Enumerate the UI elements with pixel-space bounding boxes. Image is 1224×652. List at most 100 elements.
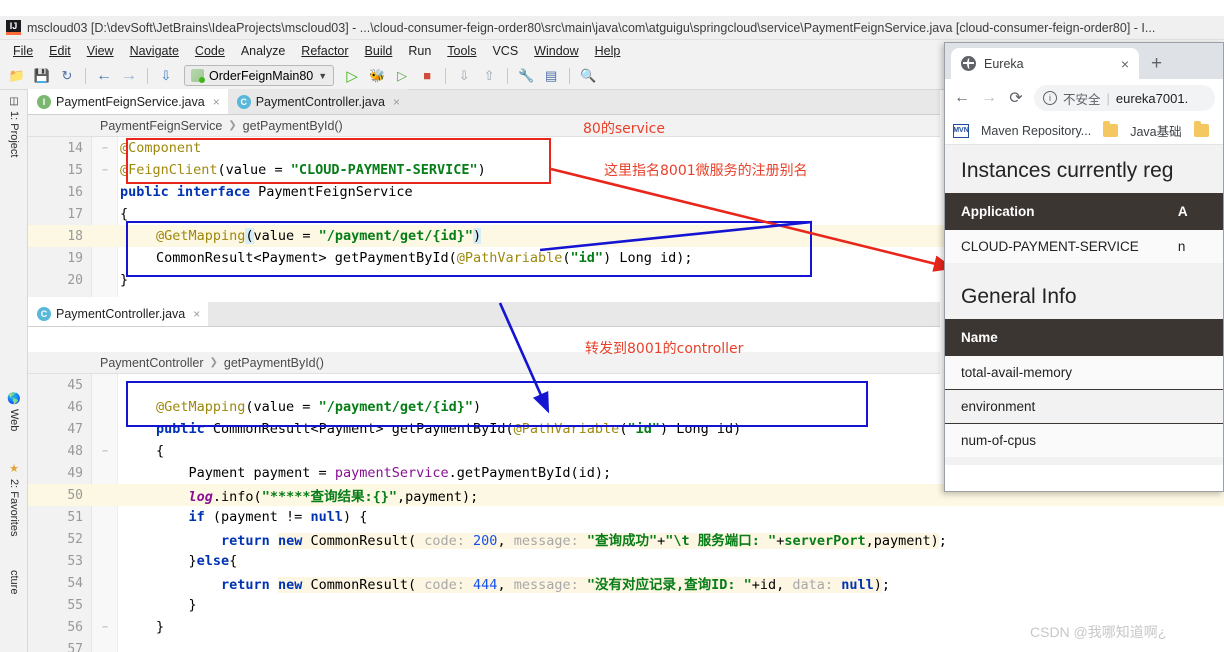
fold-marker[interactable]: − <box>92 446 118 457</box>
cell-num-of-cpus: num-of-cpus <box>945 423 1223 457</box>
sync-icon[interactable]: ↻ <box>56 65 78 87</box>
menu-refactor-label: Refactor <box>301 44 349 58</box>
code-text: { <box>156 443 165 459</box>
run-coverage-icon[interactable]: ▷ <box>391 65 413 87</box>
project-tool-icon: ◫ <box>8 96 20 107</box>
update-project-icon[interactable]: ⇩ <box>453 65 475 87</box>
forward-arrow-icon[interactable]: → <box>980 89 998 107</box>
code-text: @GetMapping(value = "/payment/get/{id}") <box>156 228 482 244</box>
menu-help[interactable]: Help <box>588 43 628 59</box>
cell-application-name[interactable]: CLOUD-PAYMENT-SERVICE <box>945 230 1162 263</box>
bookmark-java-basics[interactable]: Java基础 <box>1130 121 1181 140</box>
forward-arrow-icon[interactable]: → <box>118 65 140 87</box>
chevron-down-icon: ▼ <box>318 70 328 81</box>
run-config-icon <box>191 69 205 83</box>
menu-window[interactable]: Window <box>527 43 585 59</box>
toolbar-separator-5 <box>569 67 571 84</box>
save-icon[interactable]: 💾 <box>31 65 53 87</box>
close-icon[interactable]: × <box>1121 56 1129 72</box>
menu-edit[interactable]: Edit <box>42 43 78 59</box>
menu-code[interactable]: Code <box>188 43 232 59</box>
folder-icon[interactable] <box>1193 121 1209 137</box>
search-everywhere-icon[interactable]: 🔍 <box>577 65 599 87</box>
fold-marker[interactable]: − <box>92 165 118 176</box>
menu-edit-label: Edit <box>49 44 71 58</box>
menu-vcs[interactable]: VCS <box>485 43 525 59</box>
menu-vcs-label: VCS <box>492 44 519 58</box>
line-number: 45 <box>67 377 83 393</box>
table-row: num-of-cpus <box>945 423 1223 457</box>
general-info-heading: General Info <box>961 285 1077 308</box>
reload-icon[interactable]: ⟳ <box>1007 88 1025 108</box>
sidebar-item-project[interactable]: ◫ 1: Project <box>0 94 28 157</box>
open-folder-icon[interactable]: 📁 <box>6 65 28 87</box>
sidebar-item-structure[interactable]: cture <box>0 568 28 594</box>
annotation-feign-alias: 这里指名8001微服务的注册别名 <box>604 163 808 179</box>
code-text: } <box>120 272 129 288</box>
instances-table: Application A CLOUD-PAYMENT-SERVICE n <box>945 193 1223 263</box>
line-number: 48 <box>67 443 83 459</box>
menu-view[interactable]: View <box>80 43 121 59</box>
code-text: public interface PaymentFeignService <box>120 184 413 200</box>
debug-icon[interactable]: 🐝 <box>366 65 388 87</box>
table-header-row: Application A <box>945 193 1223 230</box>
info-circle-icon[interactable]: i <box>1043 91 1057 105</box>
intellij-logo-icon: IJ <box>6 20 21 35</box>
fold-marker[interactable]: − <box>92 143 118 154</box>
commit-icon[interactable]: ⇧ <box>478 65 500 87</box>
line-number: 15 <box>67 162 83 178</box>
run-configuration-selector[interactable]: OrderFeignMain80 ▼ <box>184 65 335 86</box>
close-icon[interactable]: × <box>393 95 400 109</box>
new-tab-button[interactable]: + <box>1151 53 1162 75</box>
code-line: 52 return new CommonResult( code: 200, m… <box>28 528 1224 550</box>
menu-tools-label: Tools <box>447 44 477 58</box>
menu-refactor[interactable]: Refactor <box>294 43 355 59</box>
breadcrumb-bottom-class[interactable]: PaymentController <box>100 356 204 370</box>
bookmark-maven-repository[interactable]: Maven Repository... <box>981 124 1091 138</box>
line-number: 18 <box>67 228 83 244</box>
close-icon[interactable]: × <box>193 307 200 321</box>
menu-tools[interactable]: Tools <box>440 43 483 59</box>
settings-icon[interactable]: 🔧 <box>515 65 537 87</box>
breadcrumb-bottom: PaymentController ❯ getPaymentById() <box>28 352 940 374</box>
menu-run[interactable]: Run <box>401 43 438 59</box>
line-number: 50 <box>67 487 83 503</box>
code-line: 54 return new CommonResult( code: 444, m… <box>28 572 1224 594</box>
back-arrow-icon[interactable]: ← <box>953 89 971 107</box>
project-structure-icon[interactable]: ▤ <box>540 65 562 87</box>
sidebar-item-structure-label: cture <box>8 570 20 595</box>
fold-marker[interactable]: − <box>92 622 118 633</box>
close-icon[interactable]: × <box>213 95 220 109</box>
menu-navigate[interactable]: Navigate <box>123 43 186 59</box>
breadcrumb-top-class[interactable]: PaymentFeignService <box>100 119 222 133</box>
code-line: 55 } <box>28 594 1224 616</box>
menu-build[interactable]: Build <box>358 43 400 59</box>
menu-file[interactable]: File <box>6 43 40 59</box>
chrome-browser-window[interactable]: Eureka × + ← → ⟳ i 不安全 | eureka7001. MVN… <box>944 42 1224 492</box>
run-icon[interactable]: ▷ <box>341 65 363 87</box>
sidebar-item-web[interactable]: 🌎 Web <box>0 390 28 432</box>
stop-icon[interactable]: ■ <box>416 65 438 87</box>
menu-analyze[interactable]: Analyze <box>234 43 292 59</box>
security-label: 不安全 <box>1063 92 1101 107</box>
tab-payment-controller[interactable]: C PaymentController.java × <box>28 301 209 326</box>
csdn-watermark: CSDN @我哪知道啊¿ <box>1030 624 1167 640</box>
class-file-icon: C <box>37 306 51 321</box>
tab-payment-controller-top[interactable]: C PaymentController.java × <box>227 89 408 114</box>
bookmarks-bar: MVN Maven Repository... Java基础 <box>945 117 1223 145</box>
breadcrumb-bottom-method[interactable]: getPaymentById() <box>224 356 324 370</box>
breadcrumb-top-method[interactable]: getPaymentById() <box>243 119 343 133</box>
line-number: 57 <box>67 641 83 652</box>
web-tool-icon: 🌎 <box>7 392 20 406</box>
code-text: CommonResult<Payment> getPaymentById(@Pa… <box>156 250 693 266</box>
browser-tab-eureka[interactable]: Eureka × <box>951 48 1139 79</box>
menu-view-label: View <box>86 44 114 58</box>
sidebar-item-favorites[interactable]: ★ 2: Favorites <box>0 460 28 536</box>
code-line: 53 }else{ <box>28 550 1224 572</box>
back-arrow-icon[interactable]: ← <box>93 65 115 87</box>
tab-payment-feign-service[interactable]: I PaymentFeignService.java × <box>28 89 228 114</box>
address-bar-url: eureka7001. <box>1115 90 1189 106</box>
address-bar[interactable]: i 不安全 | eureka7001. <box>1034 85 1215 111</box>
sort-icon[interactable]: ⇩ <box>155 65 177 87</box>
breadcrumb-top: PaymentFeignService ❯ getPaymentById() <box>28 115 940 137</box>
